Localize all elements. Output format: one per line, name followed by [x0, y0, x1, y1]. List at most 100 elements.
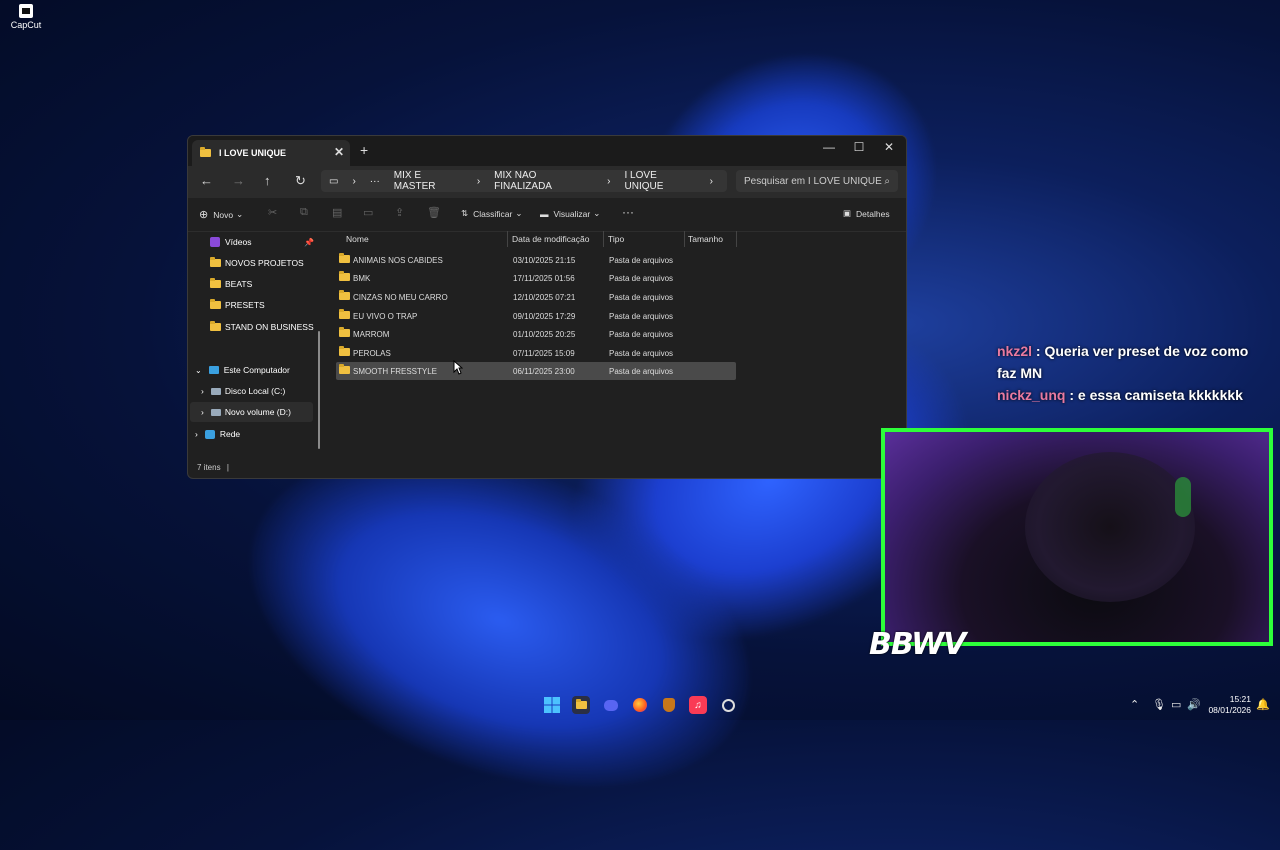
breadcrumb-item[interactable]: I LOVE UNIQUE: [625, 170, 696, 192]
desktop-icon-capcut[interactable]: CapCut: [6, 4, 46, 30]
firefox-taskbar-button[interactable]: [631, 696, 649, 714]
sidebar-item-stand-on-business[interactable]: STAND ON BUSINESS: [210, 317, 314, 337]
file-name: BMK: [353, 273, 371, 283]
column-header-type[interactable]: Tipo: [608, 231, 624, 247]
chevron-down-icon[interactable]: ⌄: [195, 366, 202, 375]
sort-button[interactable]: ⇅ Classificar ⌄: [461, 208, 522, 219]
close-window-button[interactable]: ✕: [874, 140, 904, 154]
sidebar-scrollbar[interactable]: [318, 331, 320, 449]
folder-icon: [210, 257, 221, 267]
shield-icon: [663, 698, 675, 712]
sidebar-item-novos-projetos[interactable]: NOVOS PROJETOS: [210, 253, 304, 273]
new-button[interactable]: ⊕ Novo ⌄: [199, 208, 243, 221]
app-taskbar-button[interactable]: [719, 696, 737, 714]
rename-icon[interactable]: ▭: [363, 206, 373, 219]
app-taskbar-button[interactable]: [660, 696, 678, 714]
chat-message: nickz_unq : e essa camiseta kkkkkkk: [997, 387, 1243, 403]
breadcrumb-item[interactable]: MIX E MASTER: [394, 170, 463, 192]
item-count: 7 itens: [197, 463, 221, 472]
folder-icon: [210, 278, 221, 288]
firefox-icon: [633, 698, 647, 712]
file-type: Pasta de arquivos: [609, 366, 674, 376]
pin-icon[interactable]: 📌: [304, 238, 314, 247]
more-options-button[interactable]: ···: [622, 205, 634, 219]
breadcrumb[interactable]: ▭ › ··· MIX E MASTER › MIX NAO FINALIZAD…: [321, 170, 727, 192]
view-button[interactable]: ▬ Visualizar ⌄: [540, 208, 600, 219]
refresh-button[interactable]: ↻: [295, 173, 306, 189]
music-taskbar-button[interactable]: ♫: [689, 696, 707, 714]
file-row[interactable]: EU VIVO O TRAP 09/10/2025 17:29 Pasta de…: [336, 307, 736, 325]
search-input[interactable]: Pesquisar em I LOVE UNIQUE ⌕: [736, 170, 898, 192]
folder-icon: [200, 147, 211, 157]
status-bar: 7 itens |: [197, 463, 229, 472]
clock[interactable]: 15:21 08/01/2026: [1205, 694, 1251, 716]
sidebar-item-rede[interactable]: › Rede: [195, 424, 240, 444]
computer-icon[interactable]: ▭: [329, 176, 338, 187]
capcut-icon: [19, 4, 33, 18]
microphone-icon[interactable]: 🎙: [1152, 698, 1166, 711]
chevron-right-icon[interactable]: ›: [201, 386, 204, 396]
file-row[interactable]: CINZAS NO MEU CARRO 12/10/2025 07:21 Pas…: [336, 288, 736, 306]
chevron-right-icon: ›: [709, 175, 713, 187]
column-header-date[interactable]: Data de modificação: [512, 231, 590, 247]
start-button[interactable]: [543, 696, 561, 714]
paste-icon[interactable]: ▤: [332, 206, 342, 219]
chevron-up-icon[interactable]: ⌃: [1130, 698, 1139, 711]
file-row[interactable]: MARROM 01/10/2025 20:25 Pasta de arquivo…: [336, 325, 736, 343]
file-explorer-taskbar-button[interactable]: [572, 696, 590, 714]
file-row[interactable]: ANIMAIS NOS CABIDES 03/10/2025 21:15 Pas…: [336, 251, 736, 269]
forward-button[interactable]: →: [232, 173, 245, 188]
file-row-selected[interactable]: SMOOTH FRESSTYLE 06/11/2025 23:00 Pasta …: [336, 362, 736, 380]
up-button[interactable]: ↑: [264, 173, 271, 188]
column-separator[interactable]: [684, 231, 685, 247]
file-type: Pasta de arquivos: [609, 348, 674, 358]
mouse-cursor-icon: [453, 360, 463, 375]
sidebar-item-novo-volume[interactable]: › Novo volume (D:): [190, 402, 313, 422]
chevron-right-icon[interactable]: ›: [195, 429, 198, 439]
chevron-right-icon[interactable]: ›: [201, 407, 204, 417]
sidebar-item-beats[interactable]: BEATS: [210, 274, 252, 294]
notification-bell-icon[interactable]: 🔔: [1256, 698, 1270, 711]
delete-icon[interactable]: 🗑: [427, 206, 441, 219]
app-icon: [721, 698, 735, 712]
details-label: Detalhes: [856, 208, 890, 219]
column-separator[interactable]: [507, 231, 508, 247]
volume-icon[interactable]: 🔊: [1187, 698, 1201, 711]
file-date: 03/10/2025 21:15: [513, 255, 576, 265]
discord-taskbar-button[interactable]: [602, 696, 620, 714]
title-bar: I LOVE UNIQUE ✕ + — ☐ ✕: [188, 136, 906, 166]
sidebar-item-videos[interactable]: Vídeos 📌: [210, 232, 314, 252]
sort-icon: ⇅: [461, 208, 469, 218]
minimize-button[interactable]: —: [814, 140, 844, 154]
drive-icon: [210, 408, 221, 416]
network-icon[interactable]: ▭: [1171, 698, 1181, 711]
breadcrumb-item[interactable]: MIX NAO FINALIZADA: [494, 170, 593, 192]
share-icon[interactable]: ⇪: [395, 206, 404, 219]
sidebar-item-disco-local[interactable]: › Disco Local (C:): [201, 381, 285, 401]
chat-username: nickz_unq: [997, 387, 1066, 403]
file-row[interactable]: BMK 17/11/2025 01:56 Pasta de arquivos: [336, 269, 736, 287]
column-separator[interactable]: [736, 231, 737, 247]
sidebar-item-label: Este Computador: [223, 365, 290, 375]
folder-icon: [339, 271, 350, 281]
cut-icon[interactable]: ✂: [268, 206, 277, 219]
sidebar-item-este-computador[interactable]: ⌄ Este Computador: [195, 360, 290, 380]
more-crumbs-button[interactable]: ···: [370, 176, 380, 187]
column-header-size[interactable]: Tamanho: [688, 231, 723, 247]
windows-icon: [544, 697, 560, 713]
close-tab-icon[interactable]: ✕: [334, 145, 344, 159]
file-row[interactable]: PEROLAS 07/11/2025 15:09 Pasta de arquiv…: [336, 344, 736, 362]
back-button[interactable]: ←: [200, 173, 213, 188]
copy-icon[interactable]: ⧉: [300, 206, 308, 219]
details-button[interactable]: ▣ Detalhes: [843, 208, 890, 219]
chevron-right-icon: ›: [476, 175, 481, 187]
column-header-name[interactable]: Nome: [346, 231, 369, 247]
tab-title: I LOVE UNIQUE: [219, 148, 287, 158]
maximize-button[interactable]: ☐: [844, 140, 874, 154]
column-separator[interactable]: [603, 231, 604, 247]
sidebar-item-presets[interactable]: PRESETS: [210, 295, 265, 315]
tab-i-love-unique[interactable]: I LOVE UNIQUE ✕: [192, 140, 350, 166]
videos-icon: [210, 237, 220, 247]
new-tab-button[interactable]: +: [360, 142, 368, 158]
file-type: Pasta de arquivos: [609, 329, 674, 339]
